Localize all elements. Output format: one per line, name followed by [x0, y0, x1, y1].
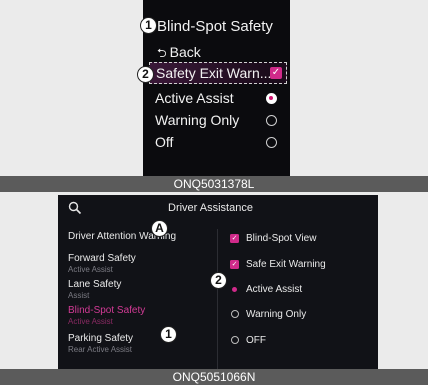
page-title: Driver Assistance — [168, 202, 253, 214]
bottom-figure: Driver Assistance Driver Attention Warni… — [0, 192, 428, 385]
menu-item-driver-attention-warning[interactable]: Driver Attention Warning — [68, 231, 216, 242]
option-label: Active Assist — [246, 283, 303, 295]
safety-exit-warning-item[interactable]: Safety Exit Warn... ✓ — [149, 62, 287, 84]
callout-marker-1: 1 — [160, 326, 177, 343]
callout-marker-2: 2 — [210, 272, 227, 289]
option-label: Blind-Spot View — [246, 232, 317, 244]
menu-item-sub: Rear Active Assist — [68, 345, 133, 354]
option-label: OFF — [246, 334, 266, 346]
callout-marker-a: A — [151, 220, 168, 237]
checkbox-checked-icon[interactable]: ✓ — [230, 259, 239, 269]
option-label: Safe Exit Warning — [246, 258, 326, 270]
page-title: Blind-Spot Safety — [157, 18, 273, 35]
option-active-assist[interactable]: Active Assist — [230, 282, 302, 296]
option-off[interactable]: Off — [155, 131, 283, 153]
radio-unselected-icon[interactable] — [266, 136, 277, 148]
menu-item-sub: Active Assist — [68, 265, 113, 274]
option-label: Active Assist — [155, 90, 234, 106]
figure-caption: ONQ5051066N — [0, 369, 428, 385]
menu-item-label: Forward Safety — [68, 253, 136, 264]
menu-item-label: Blind-Spot Safety — [68, 305, 146, 316]
checkbox-checked-icon[interactable]: ✓ — [270, 67, 282, 79]
option-warning-only[interactable]: Warning Only — [230, 307, 306, 321]
radio-selected-icon[interactable] — [232, 286, 237, 292]
menu-item-label: Parking Safety — [68, 333, 134, 344]
option-safe-exit-warning[interactable]: ✓ Safe Exit Warning — [230, 257, 326, 271]
radio-selected-icon[interactable] — [266, 92, 277, 104]
option-off[interactable]: OFF — [230, 333, 266, 347]
category-list: Driver Attention Warning Forward Safety … — [58, 223, 216, 373]
option-active-assist[interactable]: Active Assist — [155, 87, 283, 109]
menu-item-lane-safety[interactable]: Lane Safety Assist — [68, 279, 216, 300]
column-divider — [217, 229, 218, 369]
checkbox-checked-icon[interactable]: ✓ — [230, 233, 239, 243]
option-label: Warning Only — [246, 308, 307, 320]
option-label: Off — [155, 134, 174, 150]
option-blind-spot-view[interactable]: ✓ Blind-Spot View — [230, 231, 316, 245]
back-arrow-icon: ⮌ — [157, 46, 167, 60]
menu-item-sub: Assist — [68, 291, 90, 300]
safety-exit-warning-label: Safety Exit Warn... — [156, 65, 270, 81]
search-icon[interactable] — [68, 201, 82, 215]
blind-spot-safety-screen: Blind-Spot Safety ⮌ Back Safety Exit Warn… — [143, 0, 290, 176]
figure-caption: ONQ5031378L — [0, 176, 428, 192]
menu-item-forward-safety[interactable]: Forward Safety Active Assist — [68, 253, 216, 274]
radio-unselected-icon[interactable] — [231, 310, 239, 318]
back-label: Back — [169, 44, 201, 60]
option-warning-only[interactable]: Warning Only — [155, 109, 283, 131]
menu-item-parking-safety[interactable]: Parking Safety Rear Active Assist — [68, 333, 216, 354]
options-list: ✓ Blind-Spot View ✓ Safe Exit Warning Ac… — [220, 223, 378, 373]
option-label: Warning Only — [155, 112, 240, 128]
callout-marker-1: 1 — [140, 17, 157, 34]
radio-unselected-icon[interactable] — [266, 114, 277, 126]
radio-unselected-icon[interactable] — [231, 336, 239, 344]
screen-header: Driver Assistance — [58, 195, 378, 223]
top-figure: Blind-Spot Safety ⮌ Back Safety Exit Warn… — [0, 0, 428, 192]
menu-item-sub: Active Assist — [68, 317, 113, 326]
menu-item-label: Lane Safety — [68, 279, 122, 290]
menu-item-blind-spot-safety[interactable]: Blind-Spot Safety Active Assist — [68, 305, 216, 326]
callout-marker-2: 2 — [137, 66, 154, 83]
